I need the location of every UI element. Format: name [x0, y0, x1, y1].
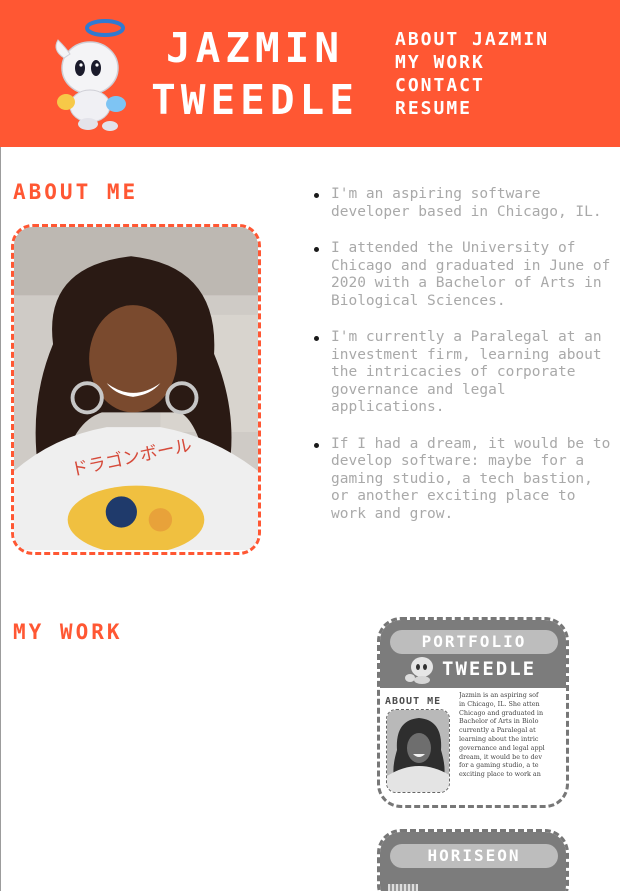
site-header: JAZMIN TWEEDLE ABOUT JAZMIN MY WORK CONT… — [0, 0, 620, 147]
chao-mascot-icon — [405, 657, 433, 684]
bio-item: I attended the University of Chicago and… — [313, 240, 613, 310]
preview-profile-photo — [386, 709, 450, 793]
preview-bio-line: dream, it would be to dev — [459, 752, 542, 761]
about-bio-list: I'm an aspiring software developer based… — [313, 186, 613, 542]
preview-bio-line: Jazmin is an aspiring sof — [459, 691, 539, 699]
preview-bio-line: governance and legal appl — [459, 743, 545, 752]
about-section-title: ABOUT ME — [13, 180, 139, 204]
preview-bio-line: exciting place to work an — [459, 770, 541, 779]
project-label-horiseon: HORISEON — [390, 844, 558, 868]
profile-photo: ドラゴンボール — [14, 227, 258, 551]
nav-contact[interactable]: CONTACT — [395, 74, 549, 97]
bio-item: I'm an aspiring software developer based… — [313, 186, 613, 221]
primary-nav: ABOUT JAZMIN MY WORK CONTACT RESUME — [395, 28, 549, 120]
project-preview-header: PORTFOLIO TWEEDLE — [380, 620, 566, 688]
nav-resume[interactable]: RESUME — [395, 97, 549, 120]
nav-my-work[interactable]: MY WORK — [395, 51, 549, 74]
work-section-title: MY WORK — [13, 620, 123, 644]
preview-site-name: TWEEDLE — [442, 658, 537, 680]
name-last: TWEEDLE — [151, 76, 359, 124]
project-card-portfolio[interactable]: PORTFOLIO TWEEDLE ABOUT ME Jazmin is an … — [377, 617, 569, 808]
project-card-horiseon[interactable]: HORISEON — [377, 829, 569, 891]
preview-about-heading: ABOUT ME — [385, 696, 442, 707]
name-first: JAZMIN — [165, 24, 345, 72]
preview-bio-line: Chicago and graduated in — [459, 708, 544, 717]
profile-photo-frame: ドラゴンボール — [11, 224, 261, 555]
preview-bio-line: for a gaming studio, a te — [459, 761, 539, 770]
preview-bio-line: currently a Paralegal at — [459, 726, 536, 735]
chao-mascot-icon — [55, 19, 126, 131]
project-label-portfolio: PORTFOLIO — [390, 630, 558, 654]
bio-item: I'm currently a Paralegal at an investme… — [313, 329, 613, 417]
nav-about-jazmin[interactable]: ABOUT JAZMIN — [395, 28, 549, 51]
project-preview-header: HORISEON — [380, 832, 566, 891]
page-left-border — [0, 147, 1, 891]
preview-thumbnail-strip — [388, 884, 418, 891]
preview-bio-line: in Chicago, IL. She atten — [459, 699, 540, 708]
preview-bio-text: Jazmin is an aspiring sof in Chicago, IL… — [459, 691, 566, 779]
preview-bio-line: learning about the intric — [459, 734, 539, 743]
bio-item: If I had a dream, it would be to develop… — [313, 436, 613, 524]
preview-bio-line: Bachelor of Arts in Biolo — [459, 717, 539, 726]
site-owner-name: JAZMIN TWEEDLE — [140, 22, 370, 126]
